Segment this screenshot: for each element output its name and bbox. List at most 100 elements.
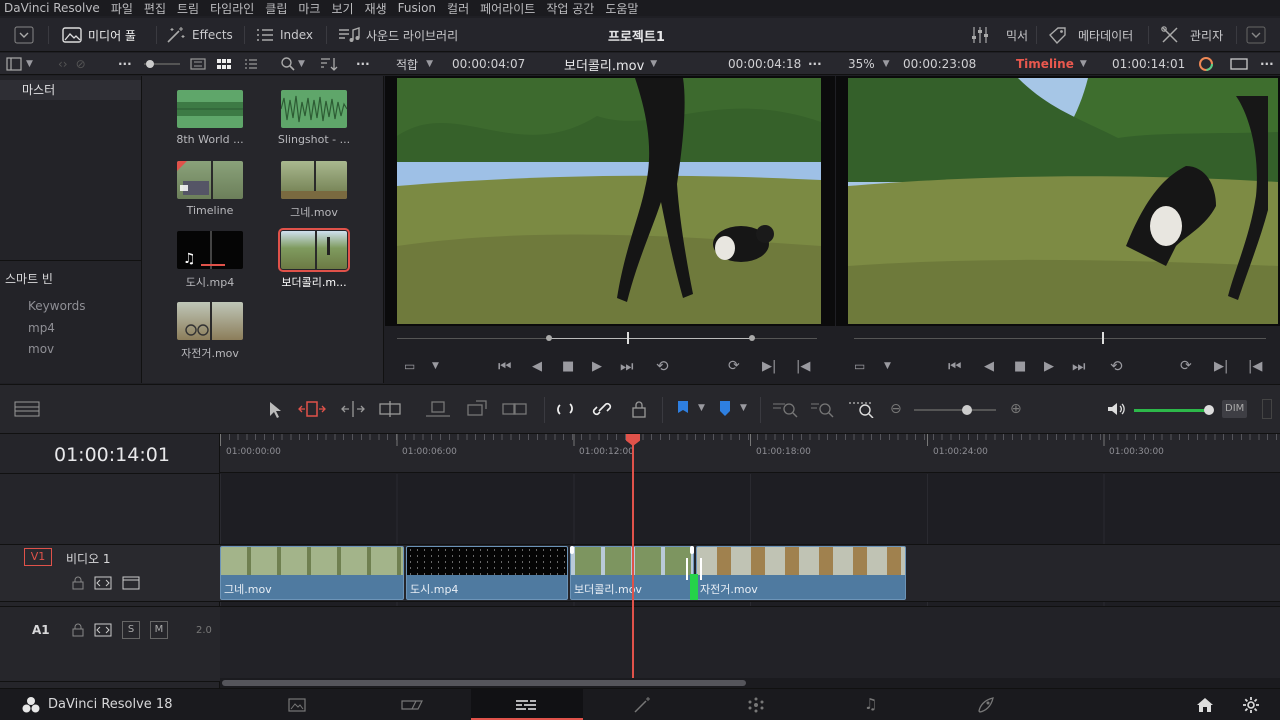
menu-mark[interactable]: 마크 xyxy=(294,0,327,17)
viewer-mode-button[interactable] xyxy=(1230,53,1248,75)
inspector-button[interactable]: 관리자 xyxy=(1160,18,1223,52)
smart-bin-mov[interactable]: mov xyxy=(28,342,54,356)
horizontal-scrollbar[interactable] xyxy=(220,678,1280,688)
menu-help[interactable]: 도움말 xyxy=(601,0,645,17)
loop-icon[interactable]: ⟲ xyxy=(656,357,669,375)
menu-clip[interactable]: 클립 xyxy=(261,0,294,17)
media-clip[interactable]: Timeline xyxy=(158,161,262,217)
in-point-marker[interactable] xyxy=(546,335,552,341)
track-visibility-icon[interactable] xyxy=(122,576,140,590)
zoom-dropdown[interactable]: 35% ▼ xyxy=(848,53,890,75)
home-icon[interactable] xyxy=(1196,697,1214,713)
match-frame-icon[interactable]: ⟳ xyxy=(1180,358,1192,374)
playhead[interactable] xyxy=(632,434,634,678)
a1-track-label[interactable]: A1 xyxy=(32,623,50,637)
menu-workspace[interactable]: 작업 공간 xyxy=(542,0,601,17)
master-bin[interactable]: 마스터 xyxy=(0,80,141,100)
marker-icon[interactable] xyxy=(718,400,732,418)
metadata-view-button[interactable] xyxy=(190,53,206,75)
blade-tool-icon[interactable] xyxy=(378,400,402,418)
media-pool-button[interactable]: 미디어 풀 xyxy=(62,18,136,52)
zoom-detail-icon[interactable] xyxy=(810,400,836,418)
play-icon[interactable]: ▶ xyxy=(1044,359,1054,374)
menu-file[interactable]: 파일 xyxy=(107,0,140,17)
timeline-clip[interactable]: 그네.mov xyxy=(220,546,404,600)
fit-dropdown[interactable]: 적합 ▼ xyxy=(396,53,433,75)
search-button[interactable]: ▼ xyxy=(280,53,305,75)
menu-edit[interactable]: 편집 xyxy=(140,0,173,17)
timeline-viewer[interactable] xyxy=(836,76,1280,326)
snapping-icon[interactable] xyxy=(556,400,574,418)
thumbnail-size-slider[interactable] xyxy=(144,53,182,75)
trim-tool-icon[interactable] xyxy=(298,399,326,419)
slider-knob[interactable] xyxy=(146,60,154,68)
timeline-zoom-slider[interactable] xyxy=(914,405,996,415)
sort-button[interactable] xyxy=(320,53,338,75)
mute-button[interactable]: M xyxy=(150,621,168,639)
solo-button[interactable]: S xyxy=(122,621,140,639)
metadata-button[interactable]: 메타데이터 xyxy=(1048,18,1133,52)
menu-timeline[interactable]: 타임라인 xyxy=(206,0,261,17)
insert-clip-icon[interactable] xyxy=(424,399,452,419)
media-clip[interactable]: Slingshot - ... xyxy=(262,90,366,146)
menu-app[interactable]: DaVinci Resolve xyxy=(0,1,107,15)
more-options-button[interactable]: ··· xyxy=(118,53,132,75)
bin-list-toggle[interactable]: ▼ xyxy=(6,53,33,75)
menu-trim[interactable]: 트림 xyxy=(173,0,206,17)
v1-track-label[interactable]: V1 xyxy=(24,548,52,566)
smart-bin-keywords[interactable]: Keywords xyxy=(28,299,86,313)
source-playhead[interactable] xyxy=(627,332,629,344)
viewer-mode-icon[interactable]: ▭ xyxy=(404,359,415,373)
chevron-down-icon[interactable]: ▼ xyxy=(432,361,439,371)
lock-icon[interactable] xyxy=(72,623,84,637)
timeline-clip[interactable]: 도시.mp4 xyxy=(406,546,568,600)
deliver-page-icon[interactable] xyxy=(976,696,996,714)
chevron-down-icon[interactable]: ▼ xyxy=(698,403,705,413)
menu-playback[interactable]: 재생 xyxy=(361,0,394,17)
jump-end-icon[interactable]: ⏭ xyxy=(1072,357,1086,375)
flag-icon[interactable] xyxy=(676,400,690,418)
timeline-dropdown[interactable]: Timeline ▼ xyxy=(1016,53,1087,75)
menu-view[interactable]: 보기 xyxy=(327,0,360,17)
media-clip[interactable]: 그네.mov xyxy=(262,161,366,220)
auto-select-icon[interactable] xyxy=(94,623,112,637)
mark-out-icon[interactable]: |◀ xyxy=(1248,359,1262,374)
media-clip[interactable]: 8th World ... xyxy=(158,90,262,146)
jump-start-icon[interactable]: ⏮ xyxy=(948,357,962,375)
timeline-scrubber[interactable] xyxy=(836,326,1280,346)
fusion-page-icon[interactable] xyxy=(632,696,652,714)
chevron-down-icon[interactable]: ▼ xyxy=(740,403,747,413)
volume-icon[interactable] xyxy=(1106,401,1126,417)
mixer-button[interactable]: 믹서 xyxy=(970,18,1028,52)
timeline-view-options-icon[interactable] xyxy=(14,401,40,417)
scrollbar-thumb[interactable] xyxy=(222,680,746,686)
cut-page-icon[interactable] xyxy=(400,697,424,713)
transform-icon[interactable]: ▭ xyxy=(854,359,865,373)
zoom-slider-knob[interactable] xyxy=(962,405,972,415)
media-clip[interactable]: 자전거.mov xyxy=(158,302,262,361)
color-page-icon[interactable] xyxy=(746,696,766,714)
play-reverse-icon[interactable]: ◀ xyxy=(984,359,994,374)
source-scrubber[interactable] xyxy=(385,326,835,346)
thumbnail-view-button[interactable] xyxy=(216,53,232,75)
panel-toggle-button[interactable] xyxy=(14,18,34,52)
smart-bin-mp4[interactable]: mp4 xyxy=(28,321,55,335)
edit-page-tab-active[interactable] xyxy=(471,689,583,720)
edit-point-marker[interactable] xyxy=(570,546,574,554)
menu-color[interactable]: 컬러 xyxy=(443,0,476,17)
zoom-out-icon[interactable]: ⊖ xyxy=(890,401,902,417)
menu-fairlight[interactable]: 페어라이트 xyxy=(476,0,542,17)
settings-gear-icon[interactable] xyxy=(1242,696,1260,714)
auto-select-icon[interactable] xyxy=(94,576,112,590)
chevron-down-icon[interactable]: ▼ xyxy=(884,361,891,371)
replace-clip-icon[interactable] xyxy=(500,399,530,419)
link-controls[interactable]: ‹› ⊘ xyxy=(58,53,86,75)
media-page-icon[interactable] xyxy=(288,697,306,713)
jump-start-icon[interactable]: ⏮ xyxy=(498,357,512,375)
volume-slider[interactable] xyxy=(1134,405,1214,415)
position-lock-icon[interactable] xyxy=(630,399,648,419)
source-viewer[interactable] xyxy=(385,76,835,326)
index-button[interactable]: Index xyxy=(256,18,313,52)
source-clip-dropdown[interactable]: 보더콜리.mov ▼ xyxy=(564,53,657,75)
sound-library-button[interactable]: 사운드 라이브러리 xyxy=(338,18,458,52)
